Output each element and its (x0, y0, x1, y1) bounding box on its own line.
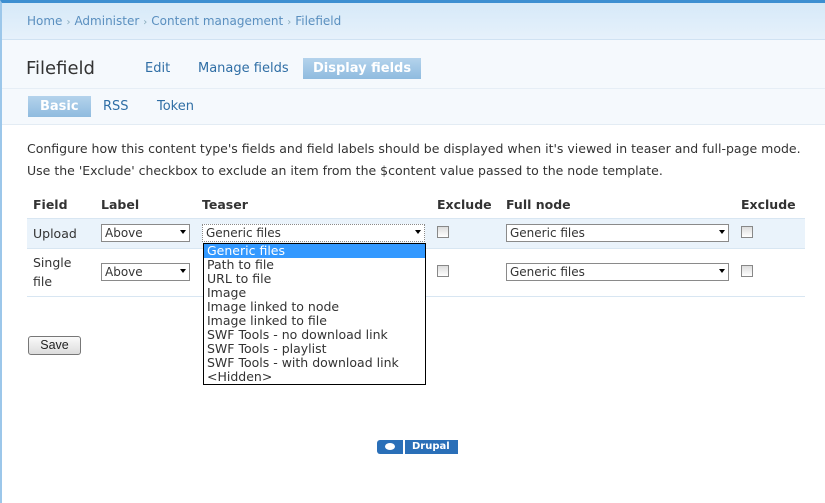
col-field: Field (27, 192, 95, 219)
teaser-exclude-checkbox[interactable] (437, 264, 449, 277)
full-exclude-checkbox[interactable] (741, 264, 753, 277)
chevron-down-icon (719, 269, 725, 273)
full-node-select[interactable]: Generic files (506, 224, 729, 242)
tab-manage-fields[interactable]: Manage fields (188, 58, 299, 79)
breadcrumb-filefield[interactable]: Filefield (295, 14, 341, 28)
field-name: Upload (27, 218, 95, 249)
dropdown-option[interactable]: SWF Tools - playlist (204, 342, 425, 356)
col-exclude: Exclude (431, 192, 500, 219)
teaser-exclude-checkbox[interactable] (437, 225, 449, 238)
dropdown-option[interactable]: Image linked to node (204, 300, 425, 314)
breadcrumb-home[interactable]: Home (27, 14, 62, 28)
col-exclude-full: Exclude (735, 192, 805, 219)
drupal-drop-icon (377, 440, 403, 454)
dropdown-option[interactable]: URL to file (204, 272, 425, 286)
dropdown-option[interactable]: <Hidden> (204, 370, 425, 384)
chevron-down-icon (415, 230, 421, 234)
breadcrumb-administer[interactable]: Administer (74, 14, 139, 28)
subtab-basic[interactable]: Basic (28, 96, 91, 117)
full-node-select[interactable]: Generic files (506, 263, 729, 281)
dropdown-option[interactable]: SWF Tools - with download link (204, 356, 425, 370)
field-name: Single file (27, 248, 95, 297)
dropdown-option[interactable]: Path to file (204, 258, 425, 272)
drupal-logo-text: Drupal (405, 440, 458, 454)
breadcrumb: Home › Administer › Content management › Filef… (2, 3, 825, 40)
subtab-token[interactable]: Token (147, 96, 204, 117)
full-exclude-checkbox[interactable] (741, 225, 753, 238)
dropdown-option[interactable]: Image linked to file (204, 314, 425, 328)
col-teaser: Teaser (196, 192, 431, 219)
dropdown-option[interactable]: Image (204, 286, 425, 300)
dropdown-option[interactable]: SWF Tools - no download link (204, 328, 425, 342)
divider (2, 88, 825, 89)
chevron-down-icon (180, 269, 186, 273)
tab-edit[interactable]: Edit (135, 58, 180, 79)
drupal-logo[interactable]: Drupal (377, 440, 458, 454)
subtab-rss[interactable]: RSS (93, 96, 139, 117)
teaser-select[interactable]: Generic files (202, 224, 425, 242)
col-label: Label (95, 192, 196, 219)
col-full-node: Full node (500, 192, 735, 219)
tab-display-fields[interactable]: Display fields (303, 58, 422, 79)
description: Configure how this content type's fields… (27, 141, 801, 178)
label-select[interactable]: Above (101, 263, 190, 281)
chevron-down-icon (180, 230, 186, 234)
label-select[interactable]: Above (101, 224, 190, 242)
dropdown-option[interactable]: Generic files (204, 244, 425, 258)
save-button[interactable]: Save (28, 336, 81, 355)
chevron-down-icon (719, 230, 725, 234)
breadcrumb-content-management[interactable]: Content management (151, 14, 283, 28)
page-title: Filefield (26, 58, 95, 79)
teaser-dropdown-list[interactable]: Generic files Path to file URL to file I… (203, 243, 426, 385)
